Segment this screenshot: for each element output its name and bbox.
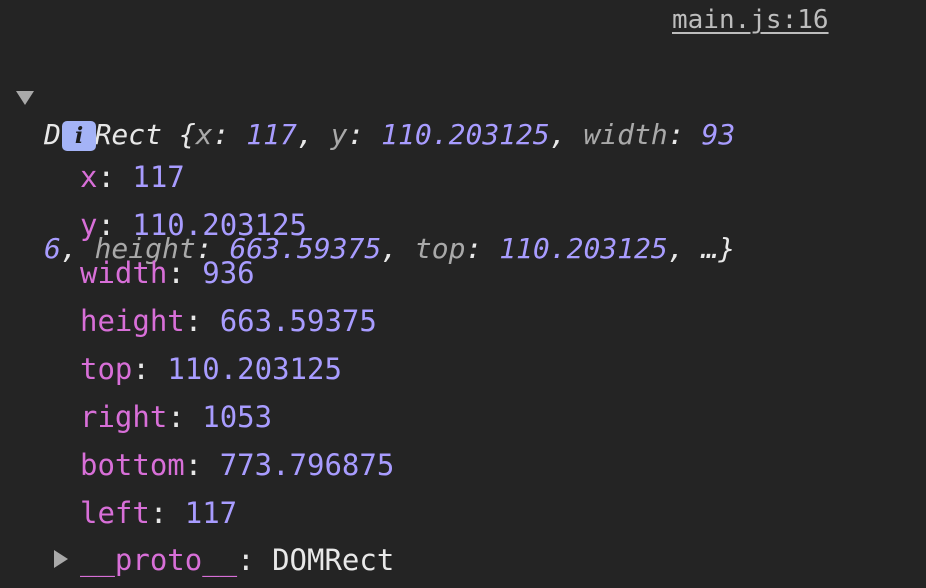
property-key: height: [80, 304, 185, 338]
property-value: 936: [202, 256, 255, 290]
summary-token: 110.203125: [499, 232, 668, 265]
source-link[interactable]: main.js:16: [672, 2, 829, 38]
property-list: x: 117 y: 110.203125 width: 936 height: …: [80, 156, 394, 540]
property-row: bottom: 773.796875: [80, 448, 395, 482]
property-row: right: 1053: [80, 400, 273, 434]
property-key: top: [80, 352, 133, 386]
info-icon[interactable]: i: [62, 121, 96, 151]
property-key: right: [80, 400, 168, 434]
summary-token: width: [583, 118, 668, 151]
summary-token: top: [414, 232, 466, 265]
summary-token: :: [667, 118, 702, 151]
property-value: 110.203125: [132, 208, 307, 242]
property-value: 773.796875: [219, 448, 395, 482]
property-row: top: 110.203125: [80, 352, 342, 386]
summary-token: 110.203125: [381, 118, 550, 151]
property-row: x: 117: [80, 160, 185, 194]
summary-token: ,: [296, 118, 331, 151]
property-key: width: [80, 256, 168, 290]
summary-line-1: DOMRect {x: 117, y: 110.203125, width: 9…: [44, 116, 864, 154]
property-value: 117: [184, 496, 238, 530]
property-key: x: [80, 160, 98, 194]
summary-token: x: [195, 118, 213, 151]
summary-token: :: [212, 118, 247, 151]
property-key: bottom: [80, 448, 185, 482]
property-row: width: 936: [80, 256, 255, 290]
expand-arrow-icon[interactable]: [54, 550, 68, 568]
summary-token: , …}: [667, 232, 736, 265]
property-row: height: 663.59375: [80, 304, 377, 338]
summary-token: 117: [246, 118, 297, 151]
property-key: left: [80, 496, 150, 530]
property-value: 117: [132, 160, 185, 194]
proto-key: __proto__: [80, 543, 238, 577]
summary-token: 93: [701, 118, 736, 151]
property-value: 110.203125: [167, 352, 342, 386]
summary-token: :: [465, 232, 500, 265]
collapse-arrow-icon[interactable]: [16, 91, 34, 105]
property-key: y: [80, 208, 98, 242]
proto-row[interactable]: __proto__: DOMRect: [54, 538, 394, 582]
property-value: 663.59375: [219, 304, 377, 338]
proto-value: DOMRect: [272, 543, 395, 577]
summary-token: :: [347, 118, 382, 151]
property-row: left: 117: [80, 496, 238, 530]
summary-token: ,: [549, 118, 584, 151]
summary-token: y: [330, 118, 348, 151]
console-panel: main.js:16 DOMRect {x: 117, y: 110.20312…: [0, 0, 926, 588]
property-value: 1053: [202, 400, 273, 434]
summary-token: 6: [44, 232, 61, 265]
property-row: y: 110.203125: [80, 208, 307, 242]
